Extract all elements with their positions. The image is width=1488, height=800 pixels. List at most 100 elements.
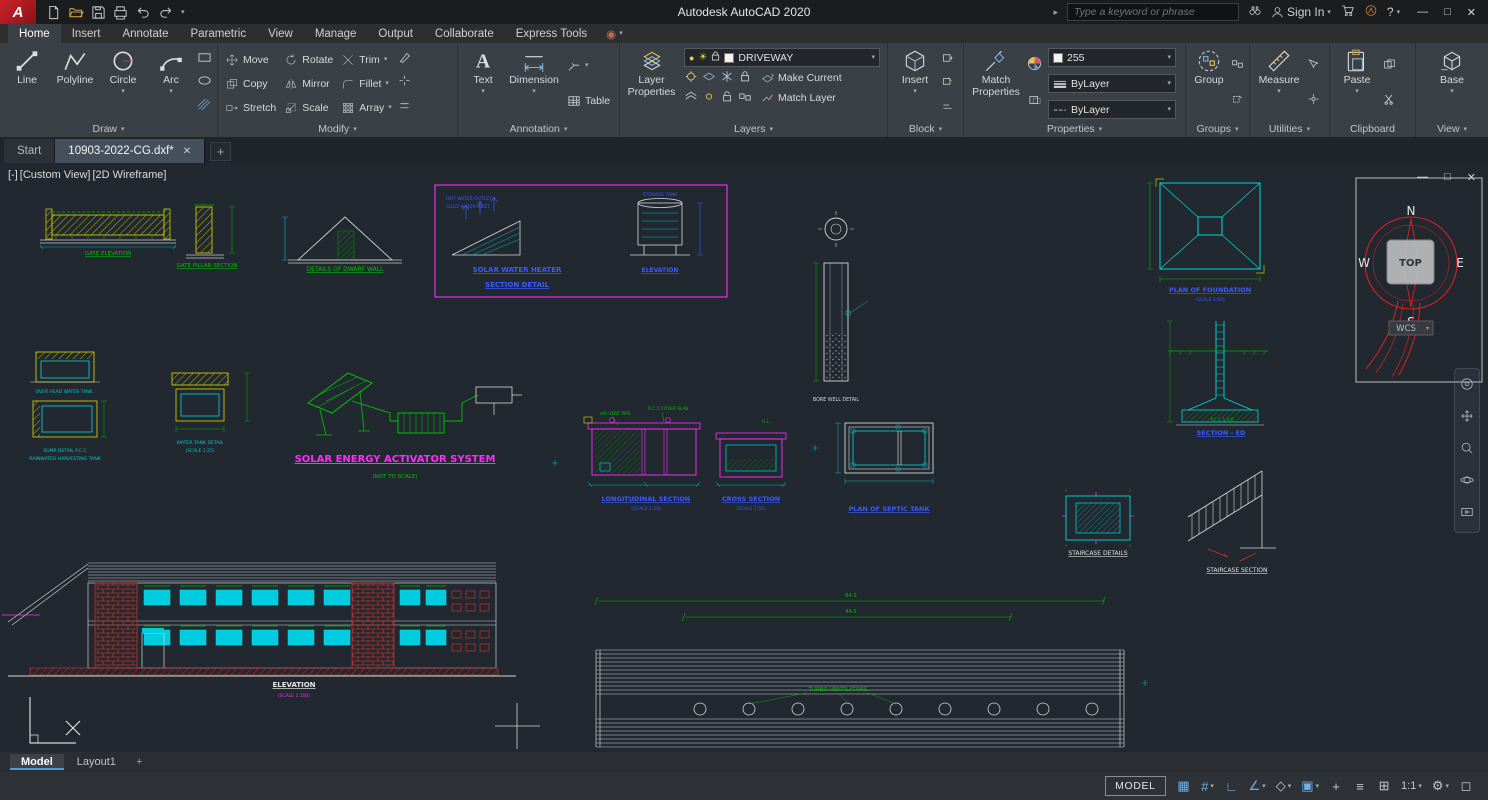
panel-label-groups[interactable]: Groups▾	[1186, 121, 1249, 137]
file-tab-drawing[interactable]: 10903-2022-CG.dxf* ✕	[55, 139, 205, 163]
transparency-icon[interactable]	[1028, 93, 1042, 111]
tab-parametric[interactable]: Parametric	[180, 24, 258, 43]
arc-button[interactable]: Arc ▾	[147, 46, 195, 121]
app-store-cart-icon[interactable]	[1340, 4, 1355, 20]
autodesk-account-icon[interactable]	[1364, 4, 1378, 20]
grid-toggle[interactable]: ▦	[1174, 776, 1194, 796]
tab-home[interactable]: Home	[8, 24, 61, 43]
redo-button[interactable]	[158, 5, 174, 20]
file-tab-start[interactable]: Start	[4, 139, 55, 163]
match-properties-button[interactable]: Match Properties	[967, 46, 1025, 121]
layer-color-swatch[interactable]	[724, 53, 734, 63]
tab-annotate[interactable]: Annotate	[111, 24, 179, 43]
pan-icon[interactable]	[1460, 409, 1474, 428]
layer-isolate-icon[interactable]	[702, 70, 718, 86]
id-point-icon[interactable]	[1307, 92, 1320, 110]
infocenter-arrow-icon[interactable]: ▸	[1054, 7, 1059, 18]
orbit-icon[interactable]	[1460, 473, 1474, 492]
panel-label-properties[interactable]: Properties▾	[964, 121, 1185, 137]
layer-lock-icon[interactable]	[711, 51, 720, 64]
binoculars-icon[interactable]	[1248, 4, 1262, 20]
layer-off-icon[interactable]	[684, 70, 700, 86]
viewport-menu-control[interactable]: [-]	[8, 169, 18, 181]
open-file-button[interactable]	[68, 5, 84, 20]
insert-button[interactable]: Insert ▾	[891, 46, 939, 121]
tab-collaborate[interactable]: Collaborate	[424, 24, 505, 43]
tab-output[interactable]: Output	[367, 24, 424, 43]
line-button[interactable]: Line	[3, 46, 51, 121]
quick-select-icon[interactable]	[1307, 57, 1320, 75]
panel-label-view[interactable]: View▾	[1416, 121, 1488, 137]
fillet-button[interactable]: Fillet▾	[339, 73, 394, 95]
measure-button[interactable]: Measure ▾	[1253, 46, 1305, 121]
create-block-icon[interactable]	[941, 51, 954, 69]
stretch-button[interactable]: Stretch	[223, 97, 278, 119]
explode-tool-icon[interactable]	[398, 74, 411, 92]
layer-unlock-icon[interactable]	[720, 90, 736, 106]
panel-label-block[interactable]: Block▾	[888, 121, 963, 137]
isodraft-toggle[interactable]: ◇▾	[1273, 776, 1295, 796]
showmotion-icon[interactable]	[1460, 505, 1474, 524]
match-layer-button[interactable]: Match Layer	[759, 89, 838, 107]
panel-label-utilities[interactable]: Utilities▾	[1250, 121, 1329, 137]
navigation-bar[interactable]	[1454, 368, 1480, 533]
help-menu[interactable]: ? ▾	[1387, 5, 1400, 19]
ortho-toggle[interactable]: ∟	[1222, 776, 1242, 796]
layer-properties-button[interactable]: Layer Properties	[623, 46, 680, 121]
polar-toggle[interactable]: ∠▾	[1246, 776, 1269, 796]
viewcube[interactable]: N W E S TOP WCS ▾	[1358, 204, 1464, 335]
workspace-switching-button[interactable]: ⚙▾	[1429, 776, 1452, 796]
text-button[interactable]: A Text ▾	[461, 46, 505, 121]
layer-freeze-sun-icon[interactable]: ☀	[698, 52, 707, 63]
group-button[interactable]: Group	[1189, 46, 1229, 121]
paste-button[interactable]: Paste ▾	[1333, 46, 1381, 121]
erase-tool-icon[interactable]	[398, 51, 411, 69]
drawing-minimize-button[interactable]: —	[1417, 171, 1428, 184]
panel-label-draw[interactable]: Draw▾	[0, 121, 217, 137]
make-current-button[interactable]: Make Current	[759, 69, 844, 87]
search-input[interactable]	[1074, 6, 1232, 18]
dimension-button[interactable]: Dimension ▾	[505, 46, 563, 121]
model-space-button[interactable]: MODEL	[1105, 776, 1165, 796]
save-button[interactable]	[91, 5, 106, 20]
otrack-toggle[interactable]: +	[1326, 776, 1346, 796]
ellipse-tool-icon[interactable]	[197, 74, 212, 92]
panel-label-clipboard[interactable]: Clipboard	[1330, 121, 1415, 137]
tab-view[interactable]: View	[257, 24, 304, 43]
featured-apps-icon[interactable]: ◉ ▾	[598, 24, 631, 43]
copy-button[interactable]: Copy	[223, 73, 278, 95]
snap-toggle[interactable]: #▾	[1198, 776, 1218, 796]
lineweight-toggle[interactable]: ≡	[1350, 776, 1370, 796]
drawing-canvas[interactable]: [-] [Custom View] [2D Wireframe] — □ ✕	[0, 163, 1488, 752]
mirror-button[interactable]: Mirror	[282, 73, 335, 95]
layer-freeze-icon[interactable]	[720, 70, 736, 86]
edit-attributes-icon[interactable]	[941, 98, 954, 116]
trim-button[interactable]: Trim▾	[339, 49, 394, 71]
array-button[interactable]: Array▾	[339, 97, 394, 119]
drawing-close-button[interactable]: ✕	[1467, 171, 1476, 184]
autocad-logo-icon[interactable]: A	[0, 0, 36, 24]
plot-button[interactable]	[113, 5, 128, 20]
layer-on-bulb-icon[interactable]: ●	[689, 53, 694, 63]
model-tab[interactable]: Model	[10, 754, 64, 770]
circle-button[interactable]: Circle ▾	[99, 46, 147, 121]
zoom-icon[interactable]	[1460, 441, 1474, 460]
dynamic-input-toggle[interactable]: ⊞	[1374, 776, 1394, 796]
layer-dropdown[interactable]: ● ☀ DRIVEWAY ▾	[684, 48, 880, 67]
osnap-toggle[interactable]: ▣▾	[1298, 776, 1322, 796]
hatch-tool-icon[interactable]	[197, 98, 212, 116]
base-button[interactable]: Base ▾	[1428, 46, 1476, 121]
annotation-scale-button[interactable]: 1:1▾	[1398, 776, 1425, 796]
layout1-tab[interactable]: Layout1	[66, 754, 127, 770]
clean-screen-button[interactable]: ◻	[1456, 776, 1476, 796]
multileader-button[interactable]: ▾	[565, 55, 591, 77]
panel-label-layers[interactable]: Layers▾	[620, 121, 887, 137]
viewport-view-control[interactable]: [Custom View]	[20, 169, 91, 181]
copy-clip-icon[interactable]	[1383, 57, 1396, 75]
scale-button[interactable]: Scale	[282, 97, 335, 119]
offset-tool-icon[interactable]	[398, 98, 411, 116]
undo-button[interactable]	[135, 5, 151, 20]
object-color-dropdown[interactable]: 255 ▾	[1048, 48, 1176, 67]
rotate-button[interactable]: Rotate	[282, 49, 335, 71]
panel-label-annotation[interactable]: Annotation▾	[458, 121, 619, 137]
